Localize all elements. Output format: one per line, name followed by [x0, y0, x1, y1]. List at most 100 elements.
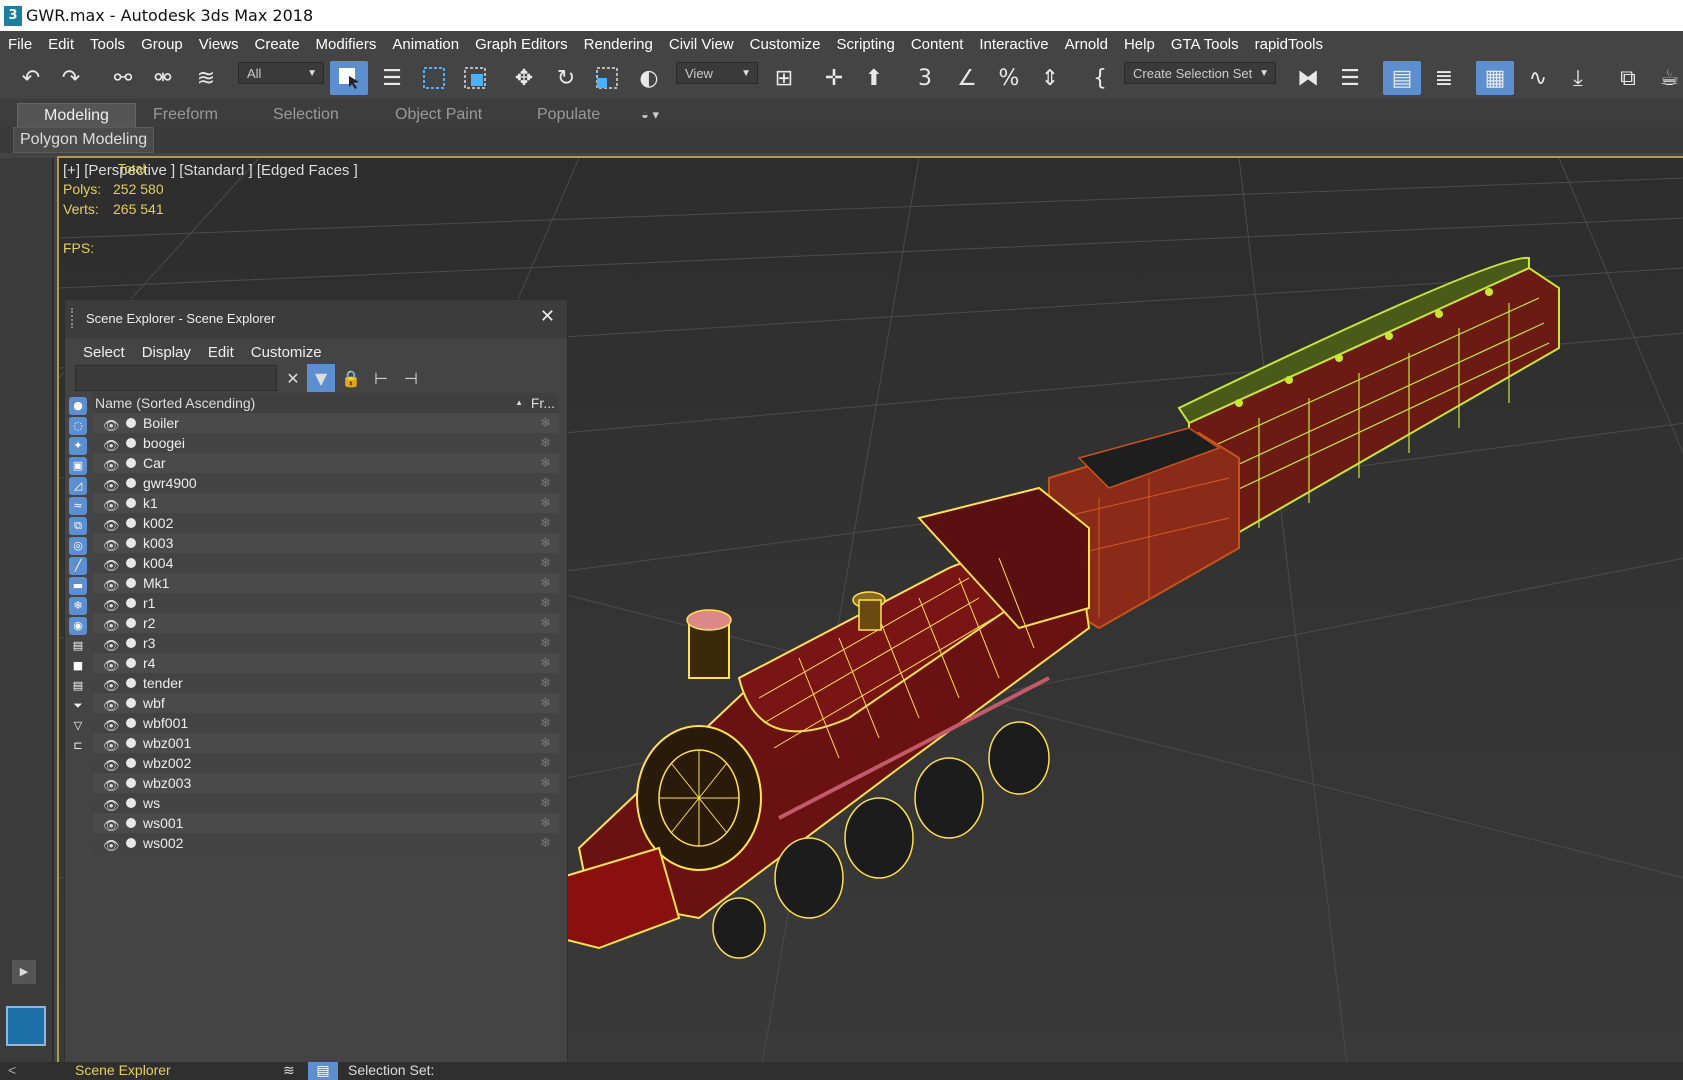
menu-interactive[interactable]: Interactive	[971, 36, 1056, 53]
tab-freeform[interactable]: Freeform	[153, 103, 218, 127]
unlink-icon[interactable]: ⚮	[148, 61, 178, 95]
lock-icon[interactable]: 🔒	[337, 364, 365, 392]
snowflake-icon[interactable]: ❄	[540, 533, 551, 553]
menu-scripting[interactable]: Scripting	[828, 36, 902, 53]
table-row[interactable]: 👁 r2 ❄	[93, 613, 559, 633]
filter-funnel-icon[interactable]: ⏷	[69, 697, 87, 715]
table-row[interactable]: 👁 wbf ❄	[93, 693, 559, 713]
menu-edit[interactable]: Edit	[40, 36, 82, 53]
play-icon[interactable]: ▶	[12, 960, 36, 984]
table-row[interactable]: 👁 k003 ❄	[93, 533, 559, 553]
angle-snap-icon[interactable]: ∠	[950, 61, 984, 95]
link-icon[interactable]: ⚯	[108, 61, 138, 95]
snowflake-icon[interactable]: ❄	[540, 433, 551, 453]
tab-selection[interactable]: Selection	[273, 103, 339, 127]
scene-explorer-tab[interactable]: Scene Explorer	[75, 1062, 171, 1078]
snowflake-icon[interactable]: ❄	[540, 793, 551, 813]
scale-icon[interactable]	[590, 61, 624, 95]
explorer-menu-edit[interactable]: Edit	[208, 344, 234, 361]
table-row[interactable]: 👁 Boiler ❄	[93, 413, 559, 433]
named-selection-set-dropdown[interactable]: Create Selection Set ▼	[1124, 62, 1276, 84]
filter-list-icon[interactable]: ▤	[69, 677, 87, 695]
table-row[interactable]: 👁 Mk1 ❄	[93, 573, 559, 593]
filter-geometry-icon[interactable]: ●	[69, 397, 87, 415]
viewport-layout-icon[interactable]	[6, 1006, 46, 1046]
renderable-icon[interactable]	[126, 538, 136, 548]
layer-explorer-icon[interactable]: ≣	[1428, 61, 1460, 95]
tab-populate[interactable]: Populate	[537, 103, 600, 127]
filter-lights-icon[interactable]: ✦	[69, 437, 87, 455]
renderable-icon[interactable]	[126, 638, 136, 648]
filter-icon[interactable]: ▼	[307, 364, 335, 392]
table-row[interactable]: 👁 r4 ❄	[93, 653, 559, 673]
renderable-icon[interactable]	[126, 738, 136, 748]
filter-helpers-icon[interactable]: ◿	[69, 477, 87, 495]
toggle-ribbon-icon[interactable]: ▦	[1476, 61, 1514, 95]
column-name[interactable]: Name (Sorted Ascending)	[95, 393, 255, 413]
layers-icon[interactable]: ≋	[283, 1062, 295, 1079]
filter-shapes-icon[interactable]: ◌	[69, 417, 87, 435]
rotate-icon[interactable]: ↻	[550, 61, 582, 95]
filter-containers-icon[interactable]: ▬	[69, 577, 87, 595]
redo-icon[interactable]: ↷	[56, 61, 86, 95]
renderable-icon[interactable]	[126, 798, 136, 808]
explorer-search-input[interactable]	[75, 365, 277, 391]
renderable-icon[interactable]	[126, 598, 136, 608]
renderable-icon[interactable]	[126, 658, 136, 668]
material-editor-icon[interactable]: ⧉	[1612, 61, 1644, 95]
explorer-menu-select[interactable]: Select	[83, 344, 125, 361]
table-row[interactable]: 👁 ws002 ❄	[93, 833, 559, 853]
scroll-left-icon[interactable]: <	[8, 1062, 16, 1078]
table-row[interactable]: 👁 wbz002 ❄	[93, 753, 559, 773]
rect-selection-region-icon[interactable]	[418, 61, 450, 95]
snowflake-icon[interactable]: ❄	[540, 753, 551, 773]
snowflake-icon[interactable]: ❄	[540, 773, 551, 793]
renderable-icon[interactable]	[126, 478, 136, 488]
filter-cameras-icon[interactable]: ▣	[69, 457, 87, 475]
renderable-icon[interactable]	[126, 698, 136, 708]
scene-explorer-titlebar[interactable]: Scene Explorer - Scene Explorer ✕	[65, 300, 567, 338]
menu-help[interactable]: Help	[1116, 36, 1163, 53]
snowflake-icon[interactable]: ❄	[540, 633, 551, 653]
table-row[interactable]: 👁 ws001 ❄	[93, 813, 559, 833]
undo-icon[interactable]: ↶	[16, 61, 46, 95]
table-row[interactable]: 👁 gwr4900 ❄	[93, 473, 559, 493]
move-icon[interactable]: ✥	[508, 61, 540, 95]
schematic-view-icon[interactable]: ⤓	[1562, 61, 1594, 95]
filter-funnel-2-icon[interactable]: ▽	[69, 717, 87, 735]
menu-views[interactable]: Views	[191, 36, 247, 53]
filter-selection-icon[interactable]: ⊏	[69, 737, 87, 755]
selection-filter-dropdown[interactable]: All ▼	[238, 62, 324, 84]
align-icon[interactable]: ☰	[1334, 61, 1366, 95]
filter-all-icon[interactable]: ■	[69, 657, 87, 675]
keyboard-shortcut-override-icon[interactable]: ⬆	[858, 61, 890, 95]
pivot-center-icon[interactable]: ⊞	[768, 61, 800, 95]
select-by-name-icon[interactable]: ☰	[376, 61, 408, 95]
snowflake-icon[interactable]: ❄	[540, 553, 551, 573]
snowflake-icon[interactable]: ❄	[540, 413, 551, 433]
tab-object-paint[interactable]: Object Paint	[395, 103, 482, 127]
menu-tools[interactable]: Tools	[82, 36, 133, 53]
table-row[interactable]: 👁 k002 ❄	[93, 513, 559, 533]
filter-spacewarps-icon[interactable]: ≈	[69, 497, 87, 515]
table-row[interactable]: 👁 wbz001 ❄	[93, 733, 559, 753]
renderable-icon[interactable]	[126, 758, 136, 768]
table-row[interactable]: 👁 wbz003 ❄	[93, 773, 559, 793]
table-row[interactable]: 👁 Car ❄	[93, 453, 559, 473]
snowflake-icon[interactable]: ❄	[540, 473, 551, 493]
explorer-menu-customize[interactable]: Customize	[251, 344, 322, 361]
snowflake-icon[interactable]: ❄	[540, 593, 551, 613]
drag-handle-icon[interactable]	[71, 308, 76, 328]
table-row[interactable]: 👁 wbf001 ❄	[93, 713, 559, 733]
list-view-icon[interactable]: ▤	[308, 1062, 338, 1080]
menu-group[interactable]: Group	[133, 36, 191, 53]
snaps-toggle-icon[interactable]: 3	[908, 61, 942, 95]
menu-rendering[interactable]: Rendering	[576, 36, 661, 53]
select-object-icon[interactable]	[330, 61, 368, 95]
viewport-label[interactable]: [+] [Perspective ] [Standard ] [Edged Fa…	[63, 162, 358, 179]
snowflake-icon[interactable]: ❄	[540, 733, 551, 753]
clear-search-icon[interactable]: ✕	[279, 364, 307, 392]
menu-create[interactable]: Create	[247, 36, 308, 53]
close-icon[interactable]: ✕	[540, 306, 555, 327]
tab-modeling[interactable]: Modeling	[17, 103, 136, 128]
